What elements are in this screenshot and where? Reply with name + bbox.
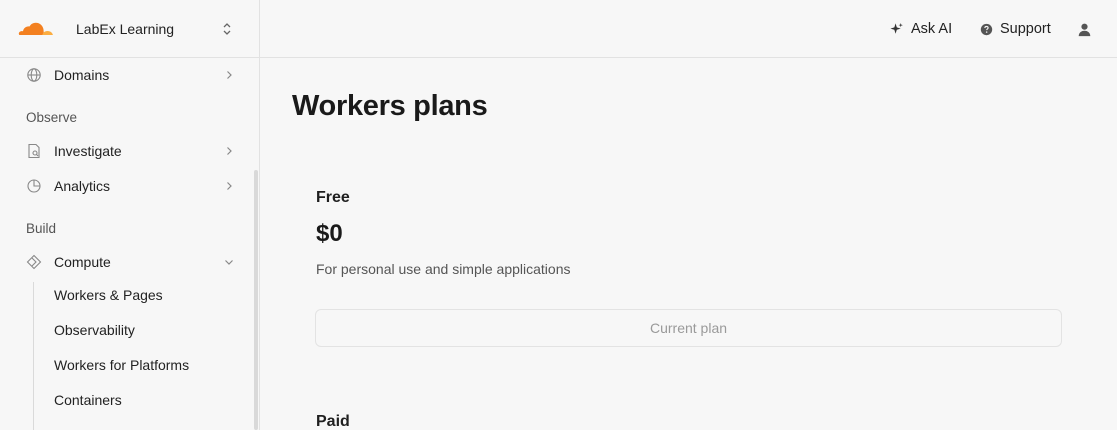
document-search-icon	[28, 143, 40, 159]
sidebar-subitem-observability[interactable]: Observability	[54, 322, 135, 338]
section-observe: Observe	[26, 110, 78, 125]
support-button[interactable]: Support	[980, 18, 1051, 40]
plan-price-free: $0	[316, 220, 343, 247]
chevron-up-down-icon	[223, 22, 231, 35]
chevron-right-icon	[227, 71, 232, 79]
sidebar-subitem-workers-for-platforms[interactable]: Workers for Platforms	[54, 357, 189, 373]
chevron-down-icon	[225, 260, 233, 265]
page-title: Workers plans	[292, 90, 488, 122]
plan-description-free: For personal use and simple applications	[316, 261, 571, 277]
support-label: Support	[1000, 21, 1051, 37]
submenu-guide-line	[33, 282, 34, 430]
user-menu-button[interactable]	[1077, 18, 1099, 40]
chevron-right-icon	[227, 147, 232, 155]
section-build: Build	[26, 221, 57, 236]
sidebar-item-label: Investigate	[54, 143, 122, 159]
help-circle-icon	[980, 23, 993, 35]
ask-ai-label: Ask AI	[911, 21, 953, 37]
sidebar: LabEx Learning Domains Observe Investiga…	[0, 0, 260, 430]
globe-icon	[27, 68, 41, 82]
chevron-right-icon	[227, 182, 232, 190]
sidebar-item-investigate[interactable]: Investigate	[26, 138, 234, 164]
sparkle-icon	[890, 22, 903, 34]
sidebar-subitem-workers-pages[interactable]: Workers & Pages	[54, 287, 163, 303]
sidebar-item-label: Analytics	[54, 178, 111, 194]
sidebar-item-analytics[interactable]: Analytics	[26, 173, 234, 199]
pie-chart-icon	[27, 179, 41, 193]
plan-name-free: Free	[316, 189, 350, 206]
current-plan-button: Current plan	[315, 309, 1062, 347]
user-icon	[1078, 23, 1091, 36]
cloudflare-logo-icon	[18, 22, 53, 36]
diamond-icon	[26, 254, 42, 270]
ask-ai-button[interactable]: Ask AI	[889, 18, 952, 40]
sidebar-item-label: Compute	[54, 254, 111, 270]
sidebar-scrollbar[interactable]	[254, 170, 258, 430]
sidebar-item-domains[interactable]: Domains	[26, 62, 234, 88]
account-switcher[interactable]: LabEx Learning	[0, 0, 259, 58]
sidebar-item-compute[interactable]: Compute	[26, 249, 234, 275]
plan-name-paid: Paid	[316, 413, 350, 430]
sidebar-subitem-containers[interactable]: Containers	[54, 392, 122, 408]
sidebar-item-label: Domains	[54, 67, 110, 83]
top-bar: Ask AI Support	[260, 0, 1117, 58]
account-name: LabEx Learning	[76, 20, 175, 37]
